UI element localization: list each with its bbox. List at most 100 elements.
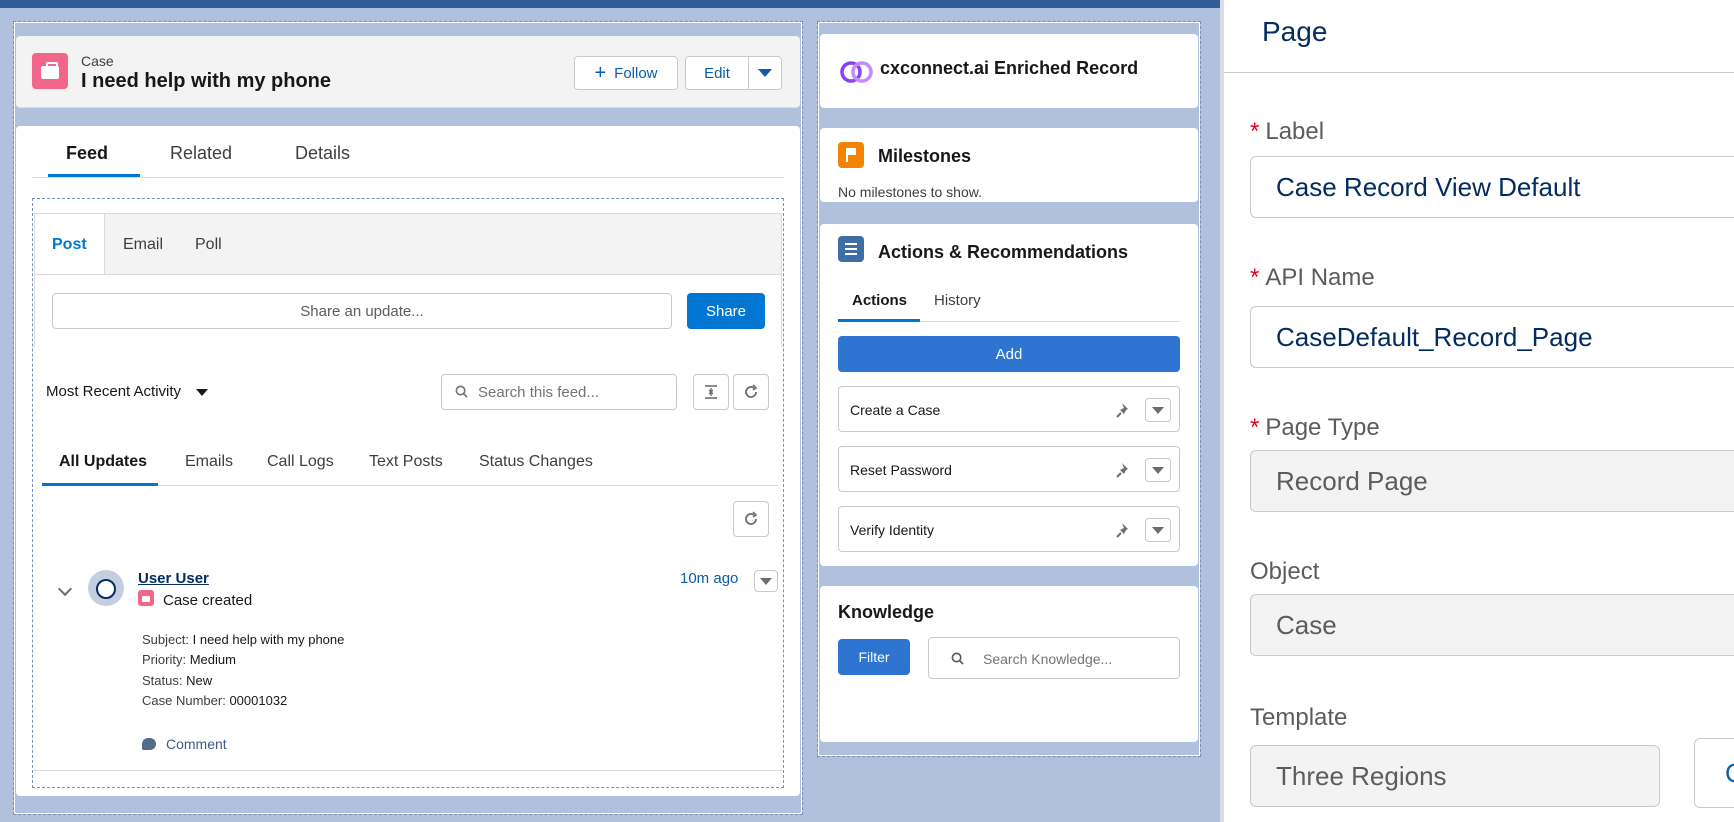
cxconnect-logo-icon xyxy=(840,61,873,83)
search-knowledge-input[interactable]: Search Knowledge... xyxy=(928,637,1180,679)
comment-label: Comment xyxy=(166,736,227,752)
detail-subject: Subject: I need help with my phone xyxy=(142,632,344,647)
tab-details[interactable]: Details xyxy=(295,143,350,164)
filter-all-updates[interactable]: All Updates xyxy=(59,453,147,471)
canvas-top-strip xyxy=(0,0,1220,8)
publisher-tab-poll[interactable]: Poll xyxy=(195,236,222,254)
template-field: Three Regions xyxy=(1250,745,1660,807)
api-name-field-text: API Name xyxy=(1265,264,1375,291)
object-field: Case xyxy=(1250,594,1734,656)
tab-history[interactable]: History xyxy=(934,292,981,309)
more-actions-button[interactable] xyxy=(748,56,782,90)
edit-button[interactable]: Edit xyxy=(685,56,749,90)
record-header[interactable]: Case I need help with my phone + Follow … xyxy=(16,36,800,108)
refresh-icon xyxy=(745,511,758,525)
detail-value: Medium xyxy=(189,652,236,667)
plus-icon: + xyxy=(594,61,607,84)
share-update-input[interactable]: Share an update... xyxy=(52,293,672,329)
refresh-feed-button[interactable] xyxy=(733,374,769,410)
publisher-tab-post[interactable]: Post xyxy=(52,236,87,254)
pin-icon[interactable] xyxy=(1115,521,1133,539)
avatar-face xyxy=(96,579,116,599)
change-template-button[interactable]: C xyxy=(1694,738,1734,808)
post-timestamp[interactable]: 10m ago xyxy=(680,570,738,587)
post-author-link[interactable]: User User xyxy=(138,570,209,587)
share-button[interactable]: Share xyxy=(687,293,765,329)
action-dropdown-button[interactable] xyxy=(1145,518,1171,542)
action-dropdown-button[interactable] xyxy=(1145,398,1171,422)
api-name-field-label: * API Name xyxy=(1250,264,1375,292)
detail-value: 00001032 xyxy=(229,693,288,708)
template-field-label: Template xyxy=(1250,704,1348,731)
follow-label: Follow xyxy=(614,64,658,82)
knowledge-card[interactable]: Knowledge Filter Search Knowledge... xyxy=(820,586,1198,742)
search-feed-placeholder: Search this feed... xyxy=(478,384,599,401)
required-mark: * xyxy=(1250,118,1260,145)
label-field-text: Label xyxy=(1265,118,1325,145)
cxconnect-card[interactable]: cxconnect.ai Enriched Record xyxy=(820,34,1198,108)
list-icon-line xyxy=(845,248,857,250)
chevron-down-icon xyxy=(758,69,772,77)
tab-actions[interactable]: Actions xyxy=(852,292,907,309)
action-item[interactable]: Reset Password xyxy=(838,446,1180,492)
pin-icon[interactable] xyxy=(1115,401,1133,419)
milestone-flag-icon xyxy=(838,142,864,168)
actions-recommendations-card[interactable]: Actions & Recommendations Actions Histor… xyxy=(820,224,1198,566)
actions-title: Actions & Recommendations xyxy=(878,242,1129,262)
panel-title: Page xyxy=(1262,16,1328,47)
search-feed-input[interactable]: Search this feed... xyxy=(441,374,677,410)
milestones-empty-text: No milestones to show. xyxy=(838,184,982,200)
list-icon xyxy=(838,236,864,262)
detail-key: Status: xyxy=(142,673,183,688)
comment-icon xyxy=(142,738,156,750)
knowledge-title: Knowledge xyxy=(838,602,935,622)
refresh-icon xyxy=(745,384,758,398)
label-input[interactable]: Case Record View Default xyxy=(1250,156,1734,218)
tab-feed[interactable]: Feed xyxy=(66,143,108,164)
api-name-input[interactable]: CaseDefault_Record_Page xyxy=(1250,306,1734,368)
action-item[interactable]: Create a Case xyxy=(838,386,1180,432)
page-canvas: Case I need help with my phone + Follow … xyxy=(0,0,1220,822)
list-icon-line xyxy=(845,253,857,255)
list-icon-line xyxy=(845,243,857,245)
divider xyxy=(34,770,782,771)
post-action-text: Case created xyxy=(163,592,253,609)
page-type-field-text: Page Type xyxy=(1265,414,1380,441)
action-item-label: Create a Case xyxy=(850,402,941,418)
action-dropdown-button[interactable] xyxy=(1145,458,1171,482)
record-tabs: Feed Related Details xyxy=(32,126,784,178)
feed-sort-dropdown[interactable]: Most Recent Activity xyxy=(46,383,181,400)
pin-icon[interactable] xyxy=(1115,461,1133,479)
filter-text-posts[interactable]: Text Posts xyxy=(369,453,443,471)
publisher[interactable]: Post Email Poll Share an update... Share xyxy=(34,213,782,347)
detail-key: Case Number: xyxy=(142,693,226,708)
post-actions-menu[interactable] xyxy=(754,570,778,592)
object-field-label: Object xyxy=(1250,558,1320,585)
search-icon xyxy=(951,652,964,665)
filter-call-logs[interactable]: Call Logs xyxy=(267,453,334,471)
comment-button[interactable]: Comment xyxy=(142,736,227,752)
detail-status: Status: New xyxy=(142,673,212,688)
object-type: Case xyxy=(81,53,114,69)
refresh-updates-button[interactable] xyxy=(733,501,769,537)
follow-button[interactable]: + Follow xyxy=(574,56,678,90)
chevron-down-icon xyxy=(1152,526,1164,534)
collapse-icon xyxy=(705,385,717,399)
avatar[interactable] xyxy=(88,570,124,606)
filter-status-changes[interactable]: Status Changes xyxy=(479,453,593,471)
chevron-down-icon[interactable] xyxy=(196,389,208,396)
tab-related[interactable]: Related xyxy=(170,143,232,164)
chevron-down-icon xyxy=(1152,406,1164,414)
divider xyxy=(1224,72,1734,73)
publisher-tab-email[interactable]: Email xyxy=(123,236,163,254)
action-item-label: Reset Password xyxy=(850,462,952,478)
filter-button[interactable]: Filter xyxy=(838,639,910,675)
collapse-feed-button[interactable] xyxy=(693,374,729,410)
add-action-button[interactable]: Add xyxy=(838,336,1180,372)
action-item[interactable]: Verify Identity xyxy=(838,506,1180,552)
filter-emails[interactable]: Emails xyxy=(185,453,233,471)
search-knowledge-placeholder: Search Knowledge... xyxy=(983,651,1113,667)
milestones-card[interactable]: Milestones No milestones to show. xyxy=(820,128,1198,202)
detail-priority: Priority: Medium xyxy=(142,652,236,667)
required-mark: * xyxy=(1250,414,1260,441)
